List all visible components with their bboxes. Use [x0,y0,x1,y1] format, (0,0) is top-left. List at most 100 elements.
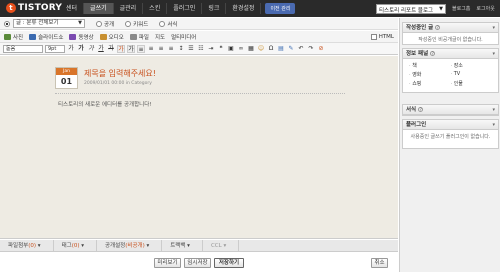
menu-item-manage-posts[interactable]: 글관리 [114,3,144,14]
numbered-list-icon[interactable]: ☷ [197,45,205,53]
keyword-radio[interactable] [125,20,132,27]
more-icon[interactable]: ✎ [287,45,295,53]
info-item-book[interactable]: 책 [409,62,451,69]
insert-map-button[interactable]: 지도 [155,33,165,41]
chevron-down-icon[interactable]: ▾ [492,23,495,33]
preview-button[interactable]: 미리보기 [154,258,181,268]
align-center-icon[interactable]: ≡ [147,45,155,53]
font-family-select[interactable]: 돋움 [3,44,43,53]
underline-icon[interactable]: 가 [97,45,105,53]
menu-item-skin[interactable]: 스킨 [143,3,168,14]
info-item-movie[interactable]: 영화 [409,71,451,78]
editor-canvas[interactable]: Jan 01 제목을 입력해주세요! 2009/01/01 00:00 in C… [0,56,398,239]
bold-icon[interactable]: 가 [77,45,85,53]
indent-icon[interactable]: ⇥ [207,45,215,53]
help-icon[interactable]: ? [418,107,424,112]
tab-visibility-count: (비공개) [125,242,145,249]
undo-icon[interactable]: ↶ [297,45,305,53]
special-char-icon[interactable]: Ω [267,45,275,53]
bullet-list-icon[interactable]: ☰ [187,45,195,53]
tab-trackback[interactable]: 트랙백 ▾ [162,239,203,252]
box-icon[interactable]: ▣ [227,45,235,53]
info-item-person[interactable]: 인물 [451,80,493,87]
writing-panel-header[interactable]: 작성중인 글? ▾ [403,23,498,33]
help-icon[interactable]: ? [435,25,441,30]
logout-link[interactable]: 로그아웃 [476,5,494,12]
html-label: HTML [378,34,394,40]
strikethrough-icon[interactable]: 가 [107,45,115,53]
photo-icon [4,33,11,40]
chevron-down-icon[interactable]: ▾ [492,120,495,130]
insert-audio-button[interactable]: 오디오 [99,33,124,41]
table-icon[interactable]: ▦ [247,45,255,53]
post-title-input[interactable]: 제목을 입력해주세요! [84,68,156,79]
html-mode-toggle[interactable]: HTML [370,34,394,40]
insert-multimedia-button[interactable]: 멀티미디어 [171,33,196,41]
info-item-tv[interactable]: TV [451,71,493,78]
format-panel-header[interactable]: 서식? ▾ [403,105,498,115]
highlight-icon[interactable]: 가 [127,44,135,53]
line-height-icon[interactable]: ↕ [177,45,185,53]
post-meta: 2009/01/01 00:00 in Category [84,81,152,86]
blog-select[interactable]: 티스토리 리포트 블로그 ▼ [376,4,446,14]
help-icon[interactable]: ? [430,51,436,56]
align-right-icon[interactable]: ≡ [157,45,165,53]
info-panel: 정보 패널? ▾ 책 장소 영화 TV 쇼핑 인물 [402,48,499,93]
chevron-down-icon[interactable]: ▾ [492,105,495,115]
info-item-place[interactable]: 장소 [451,62,493,69]
info-panel-header[interactable]: 정보 패널? ▾ [403,49,498,59]
chevron-down-icon[interactable]: ▾ [492,49,495,59]
tab-tags-count: (0) [71,242,80,249]
italic-icon[interactable]: 가 [87,45,95,53]
insert-slideshow-button[interactable]: 슬라이드쇼 [29,33,63,41]
insert-file-label: 파일 [138,34,149,41]
public-option[interactable]: 공개 [96,20,114,28]
menu-item-plugin[interactable]: 플러그인 [167,3,203,14]
align-left-icon[interactable]: ≡ [137,44,145,53]
tistory-logo[interactable]: t TISTORY [6,3,62,13]
tab-ccl[interactable]: CCL ▾ [203,239,240,252]
post-day: 01 [60,77,73,86]
category-radio[interactable] [4,20,10,27]
plugin-panel-header[interactable]: 플러그인 ▾ [403,120,498,130]
html-checkbox[interactable] [370,34,377,40]
tab-attachments-count: (0) [28,242,37,249]
tab-tags[interactable]: 태그(0) ▾ [54,239,97,252]
previous-admin-button[interactable]: 이전 관리 [265,3,296,14]
insert-video-button[interactable]: 동영상 [69,33,94,41]
menu-item-write[interactable]: 글쓰기 [84,3,114,14]
menu-item-link[interactable]: 링크 [202,3,227,14]
insert-file-button[interactable]: 파일 [129,33,149,41]
quote-icon[interactable]: ❝ [217,45,225,53]
font-size-select[interactable]: 9pt [45,44,65,53]
public-label: 공개 [104,21,115,28]
tab-visibility[interactable]: 공개설정(비공개) ▾ [97,239,163,252]
public-radio[interactable] [96,20,102,27]
font-size-up-icon[interactable]: 가 [67,45,75,53]
link-icon[interactable]: ∞ [237,45,245,53]
redo-icon[interactable]: ↷ [307,45,315,53]
format-panel: 서식? ▾ [402,104,499,116]
info-item-shopping[interactable]: 쇼핑 [409,80,451,87]
align-justify-icon[interactable]: ≡ [167,45,175,53]
blog-home-link[interactable]: 블로그홈 [452,5,470,12]
slideshow-icon [29,33,37,40]
save-draft-button[interactable]: 임시저장 [184,258,211,268]
post-month: Jan [56,68,77,75]
template-radio[interactable] [159,20,166,27]
emoticon-icon[interactable]: ☺ [257,45,265,53]
plugin-panel-title: 플러그인 [406,122,427,128]
image-align-icon[interactable]: ▤ [277,45,285,53]
category-select[interactable]: 글 : 분류 전체보기 ▼ [13,19,85,28]
cancel-button[interactable]: 취소 [371,258,388,268]
template-option[interactable]: 서식 [159,20,177,28]
clear-format-icon[interactable]: ⊘ [317,45,325,53]
insert-photo-button[interactable]: 사진 [4,33,23,41]
save-button[interactable]: 저장하기 [214,258,244,268]
post-body-text[interactable]: 티스토리의 새로운 에디터를 공개합니다! [58,100,151,108]
tab-attachments[interactable]: 파일첨부(0) ▾ [0,239,54,252]
keyword-option[interactable]: 키워드 [125,20,148,28]
text-color-icon[interactable]: 가 [117,44,125,53]
menu-item-center[interactable]: 센터 [60,3,85,14]
menu-item-settings[interactable]: 환경설정 [226,3,262,14]
